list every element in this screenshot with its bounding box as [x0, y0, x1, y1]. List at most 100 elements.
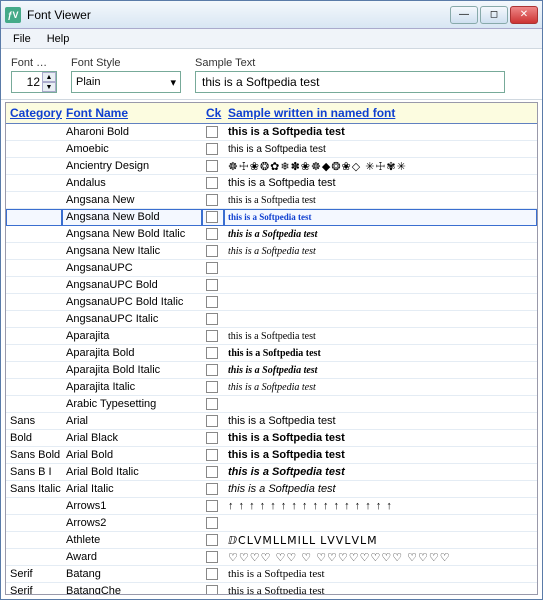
checkbox-icon[interactable]: [206, 381, 218, 393]
font-size-stepper[interactable]: ▲ ▼: [11, 71, 57, 93]
close-button[interactable]: ✕: [510, 6, 538, 24]
cell-ck[interactable]: [202, 345, 224, 362]
checkbox-icon[interactable]: [206, 551, 218, 563]
cell-ck[interactable]: [202, 277, 224, 294]
checkbox-icon[interactable]: [206, 330, 218, 342]
table-row[interactable]: Sans BoldArial Boldthis is a Softpedia t…: [6, 447, 537, 464]
checkbox-icon[interactable]: [206, 143, 218, 155]
menu-help[interactable]: Help: [39, 31, 78, 47]
checkbox-icon[interactable]: [206, 398, 218, 410]
table-row[interactable]: AngsanaUPC Bold: [6, 277, 537, 294]
cell-ck[interactable]: [202, 413, 224, 430]
cell-ck[interactable]: [202, 379, 224, 396]
cell-ck[interactable]: [202, 566, 224, 583]
cell-ck[interactable]: [202, 209, 224, 226]
cell-ck[interactable]: [202, 192, 224, 209]
table-row[interactable]: Arrows1↑ ↑ ↑ ↑ ↑ ↑ ↑ ↑ ↑ ↑ ↑ ↑ ↑ ↑ ↑ ↑: [6, 498, 537, 515]
checkbox-icon[interactable]: [206, 194, 218, 206]
cell-ck[interactable]: [202, 498, 224, 515]
header-ck[interactable]: Ck: [202, 103, 224, 124]
cell-ck[interactable]: [202, 481, 224, 498]
size-up-button[interactable]: ▲: [42, 72, 56, 82]
cell-ck[interactable]: [202, 226, 224, 243]
table-row[interactable]: AngsanaUPC Bold Italic: [6, 294, 537, 311]
table-row[interactable]: Aparajita Boldthis is a Softpedia test: [6, 345, 537, 362]
checkbox-icon[interactable]: [206, 211, 218, 223]
header-font-name[interactable]: Font Name: [62, 103, 202, 124]
minimize-button[interactable]: —: [450, 6, 478, 24]
cell-ck[interactable]: [202, 294, 224, 311]
table-row[interactable]: Arabic Typesetting: [6, 396, 537, 413]
checkbox-icon[interactable]: [206, 160, 218, 172]
header-sample[interactable]: Sample written in named font: [224, 103, 537, 124]
table-row[interactable]: BoldArial Blackthis is a Softpedia test: [6, 430, 537, 447]
table-row[interactable]: Angsana New Boldthis is a Softpedia test: [6, 209, 537, 226]
cell-ck[interactable]: [202, 447, 224, 464]
checkbox-icon[interactable]: [206, 585, 218, 594]
checkbox-icon[interactable]: [206, 262, 218, 274]
checkbox-icon[interactable]: [206, 364, 218, 376]
table-row[interactable]: Sans B IArial Bold Italicthis is a Softp…: [6, 464, 537, 481]
cell-ck[interactable]: [202, 515, 224, 532]
font-style-select[interactable]: Plain ▾: [71, 71, 181, 93]
table-row[interactable]: AngsanaUPC Italic: [6, 311, 537, 328]
cell-ck[interactable]: [202, 430, 224, 447]
menu-file[interactable]: File: [5, 31, 39, 47]
cell-ck[interactable]: [202, 583, 224, 595]
checkbox-icon[interactable]: [206, 177, 218, 189]
table-row[interactable]: Arrows2: [6, 515, 537, 532]
checkbox-icon[interactable]: [206, 500, 218, 512]
checkbox-icon[interactable]: [206, 228, 218, 240]
checkbox-icon[interactable]: [206, 296, 218, 308]
checkbox-icon[interactable]: [206, 245, 218, 257]
font-table-scroll[interactable]: Category Font Name Ck Sample written in …: [6, 103, 537, 594]
checkbox-icon[interactable]: [206, 466, 218, 478]
size-down-button[interactable]: ▼: [42, 82, 56, 92]
cell-ck[interactable]: [202, 260, 224, 277]
table-row[interactable]: Andalusthis is a Softpedia test: [6, 175, 537, 192]
checkbox-icon[interactable]: [206, 568, 218, 580]
checkbox-icon[interactable]: [206, 126, 218, 138]
maximize-button[interactable]: ◻: [480, 6, 508, 24]
checkbox-icon[interactable]: [206, 279, 218, 291]
table-row[interactable]: Amoebicthis is a Softpedia test: [6, 141, 537, 158]
cell-ck[interactable]: [202, 141, 224, 158]
table-row[interactable]: Aparajita Italicthis is a Softpedia test: [6, 379, 537, 396]
cell-ck[interactable]: [202, 158, 224, 175]
cell-ck[interactable]: [202, 328, 224, 345]
table-row[interactable]: Angsana New Italicthis is a Softpedia te…: [6, 243, 537, 260]
checkbox-icon[interactable]: [206, 483, 218, 495]
cell-ck[interactable]: [202, 532, 224, 549]
table-row[interactable]: Aharoni Boldthis is a Softpedia test: [6, 124, 537, 141]
header-category[interactable]: Category: [6, 103, 62, 124]
checkbox-icon[interactable]: [206, 449, 218, 461]
checkbox-icon[interactable]: [206, 517, 218, 529]
table-row[interactable]: SerifBatangChethis is a Softpedia test: [6, 583, 537, 595]
checkbox-icon[interactable]: [206, 415, 218, 427]
cell-ck[interactable]: [202, 396, 224, 413]
checkbox-icon[interactable]: [206, 313, 218, 325]
table-row[interactable]: Ancientry Design☸☩❀❂✿❄✽❀☸◆❂❀◇ ✳☩✾✳: [6, 158, 537, 175]
table-row[interactable]: Sans ItalicArial Italicthis is a Softped…: [6, 481, 537, 498]
table-row[interactable]: Angsana Newthis is a Softpedia test: [6, 192, 537, 209]
table-row[interactable]: Angsana New Bold Italicthis is a Softped…: [6, 226, 537, 243]
font-size-input[interactable]: [12, 75, 42, 89]
table-row[interactable]: Award♡♡♡♡ ♡♡ ♡ ♡♡♡♡♡♡♡♡ ♡♡♡♡: [6, 549, 537, 566]
sample-text-input[interactable]: [195, 71, 505, 93]
cell-ck[interactable]: [202, 175, 224, 192]
table-row[interactable]: Aparajita Bold Italicthis is a Softpedia…: [6, 362, 537, 379]
checkbox-icon[interactable]: [206, 347, 218, 359]
cell-ck[interactable]: [202, 549, 224, 566]
table-row[interactable]: SansArialthis is a Softpedia test: [6, 413, 537, 430]
cell-ck[interactable]: [202, 311, 224, 328]
table-row[interactable]: SerifBatangthis is a Softpedia test: [6, 566, 537, 583]
cell-ck[interactable]: [202, 464, 224, 481]
table-row[interactable]: AngsanaUPC: [6, 260, 537, 277]
cell-ck[interactable]: [202, 362, 224, 379]
titlebar[interactable]: ƒV Font Viewer — ◻ ✕: [1, 1, 542, 29]
table-row[interactable]: AthleteⅅⅭⅬⅤⅯⅬⅬⅯⅠⅬⅬ ⅬⅤⅤⅬⅤⅬⅯ: [6, 532, 537, 549]
checkbox-icon[interactable]: [206, 534, 218, 546]
cell-ck[interactable]: [202, 124, 224, 141]
table-row[interactable]: Aparajitathis is a Softpedia test: [6, 328, 537, 345]
cell-ck[interactable]: [202, 243, 224, 260]
